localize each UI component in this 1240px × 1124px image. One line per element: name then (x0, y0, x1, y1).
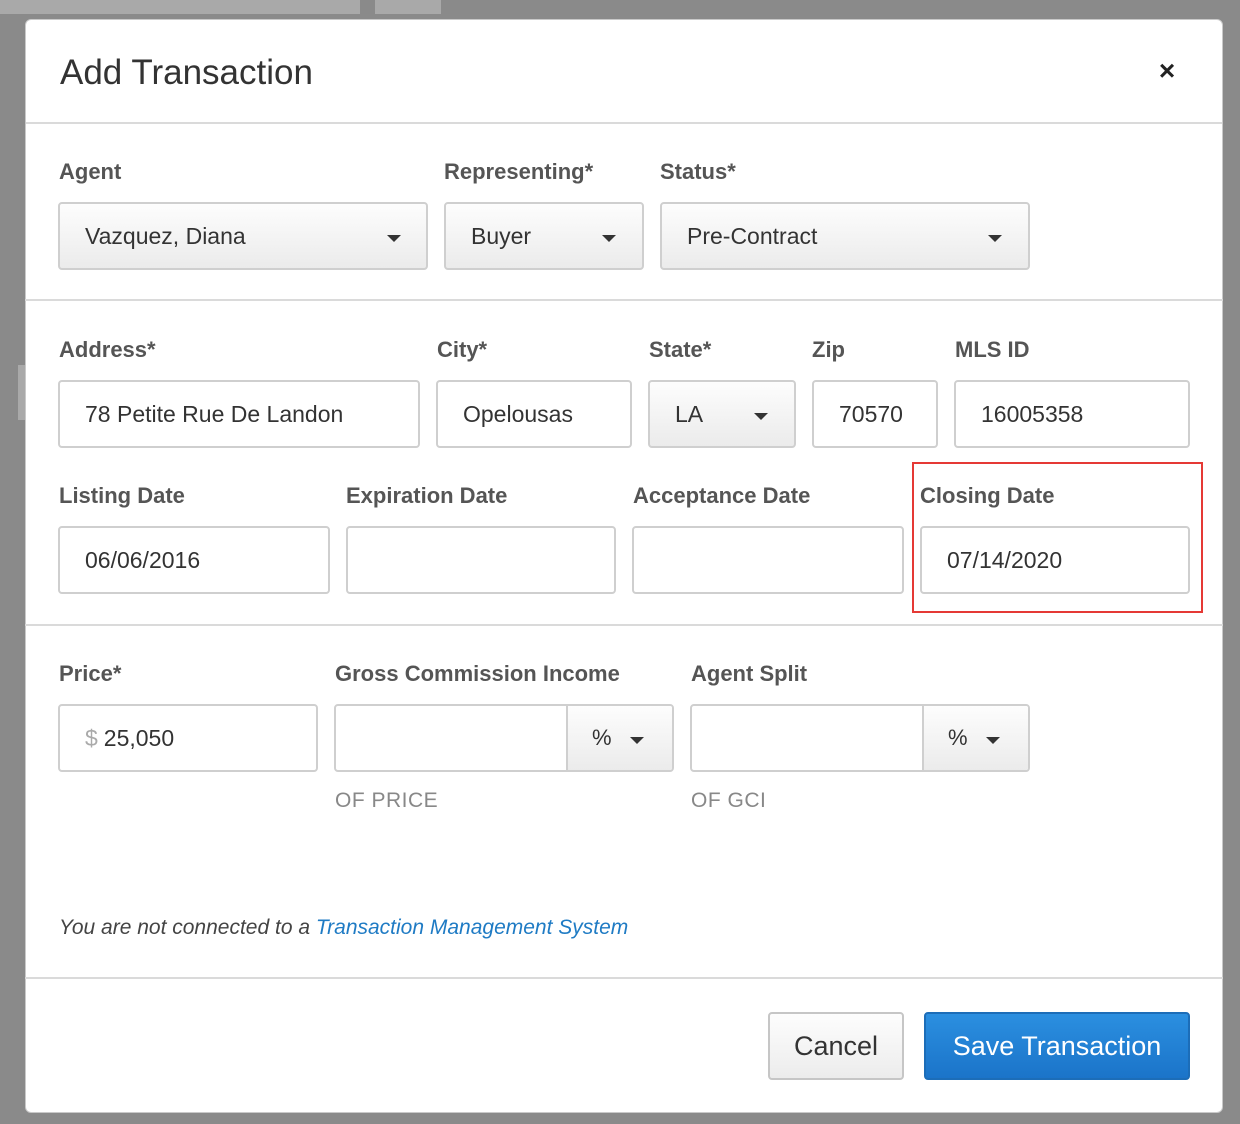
address-label: Address* (59, 337, 156, 362)
modal-title: Add Transaction (60, 53, 313, 92)
tms-note: You are not connected to a Transaction M… (59, 916, 628, 940)
closing-date-highlight (912, 462, 1203, 613)
zip-label: Zip (812, 337, 845, 362)
price-label: Price* (59, 661, 122, 686)
representing-label: Representing* (444, 159, 594, 184)
city-label: City* (437, 337, 488, 362)
agent-split-unit-select[interactable]: % (922, 706, 1028, 770)
modal-header: Add Transaction × (26, 20, 1222, 124)
state-label: State* (649, 337, 712, 362)
agent-label: Agent (59, 159, 122, 184)
chevron-down-icon (630, 737, 644, 744)
state-select[interactable]: LA (648, 380, 796, 448)
representing-value: Buyer (471, 223, 532, 249)
agent-split-unit-value: % (948, 725, 968, 750)
agent-value: Vazquez, Diana (85, 223, 246, 249)
tms-note-text: You are not connected to a (59, 916, 316, 939)
section-divider (25, 624, 1223, 626)
status-value: Pre-Contract (687, 223, 818, 249)
expiration-date-field[interactable] (346, 526, 616, 594)
status-select[interactable]: Pre-Contract (660, 202, 1030, 270)
address-field[interactable]: 78 Petite Rue De Landon (58, 380, 420, 448)
price-value: 25,050 (103, 725, 175, 751)
expiration-date-label: Expiration Date (346, 483, 508, 508)
close-icon[interactable]: × (1154, 57, 1180, 85)
city-field[interactable]: Opelousas (436, 380, 632, 448)
acceptance-date-label: Acceptance Date (633, 483, 811, 508)
tms-link[interactable]: Transaction Management System (316, 916, 628, 939)
gci-field[interactable]: % (334, 704, 674, 772)
agent-select[interactable]: Vazquez, Diana (58, 202, 428, 270)
mls-id-label: MLS ID (955, 337, 1030, 362)
zip-field[interactable]: 70570 (812, 380, 938, 448)
chevron-down-icon (986, 737, 1000, 744)
chevron-down-icon (387, 235, 401, 242)
representing-select[interactable]: Buyer (444, 202, 644, 270)
chevron-down-icon (602, 235, 616, 242)
gci-unit-select[interactable]: % (566, 706, 672, 770)
footer-divider (25, 977, 1223, 979)
chevron-down-icon (754, 413, 768, 420)
acceptance-date-field[interactable] (632, 526, 904, 594)
state-value: LA (675, 401, 704, 427)
listing-date-label: Listing Date (59, 483, 185, 508)
price-field[interactable]: $25,050 (58, 704, 318, 772)
agent-split-field[interactable]: % (690, 704, 1030, 772)
agent-split-label: Agent Split (691, 661, 808, 686)
gci-hint: OF PRICE (335, 789, 439, 812)
mls-id-field[interactable]: 16005358 (954, 380, 1190, 448)
currency-symbol: $ (85, 725, 98, 751)
gci-label: Gross Commission Income (335, 661, 620, 686)
listing-date-field[interactable]: 06/06/2016 (58, 526, 330, 594)
background-input (0, 0, 360, 14)
agent-split-hint: OF GCI (691, 789, 767, 812)
section-divider (25, 299, 1223, 301)
status-label: Status* (660, 159, 736, 184)
background-button (375, 0, 441, 14)
gci-unit-value: % (592, 725, 612, 750)
save-transaction-button[interactable]: Save Transaction (924, 1012, 1190, 1080)
cancel-button[interactable]: Cancel (768, 1012, 904, 1080)
chevron-down-icon (988, 235, 1002, 242)
